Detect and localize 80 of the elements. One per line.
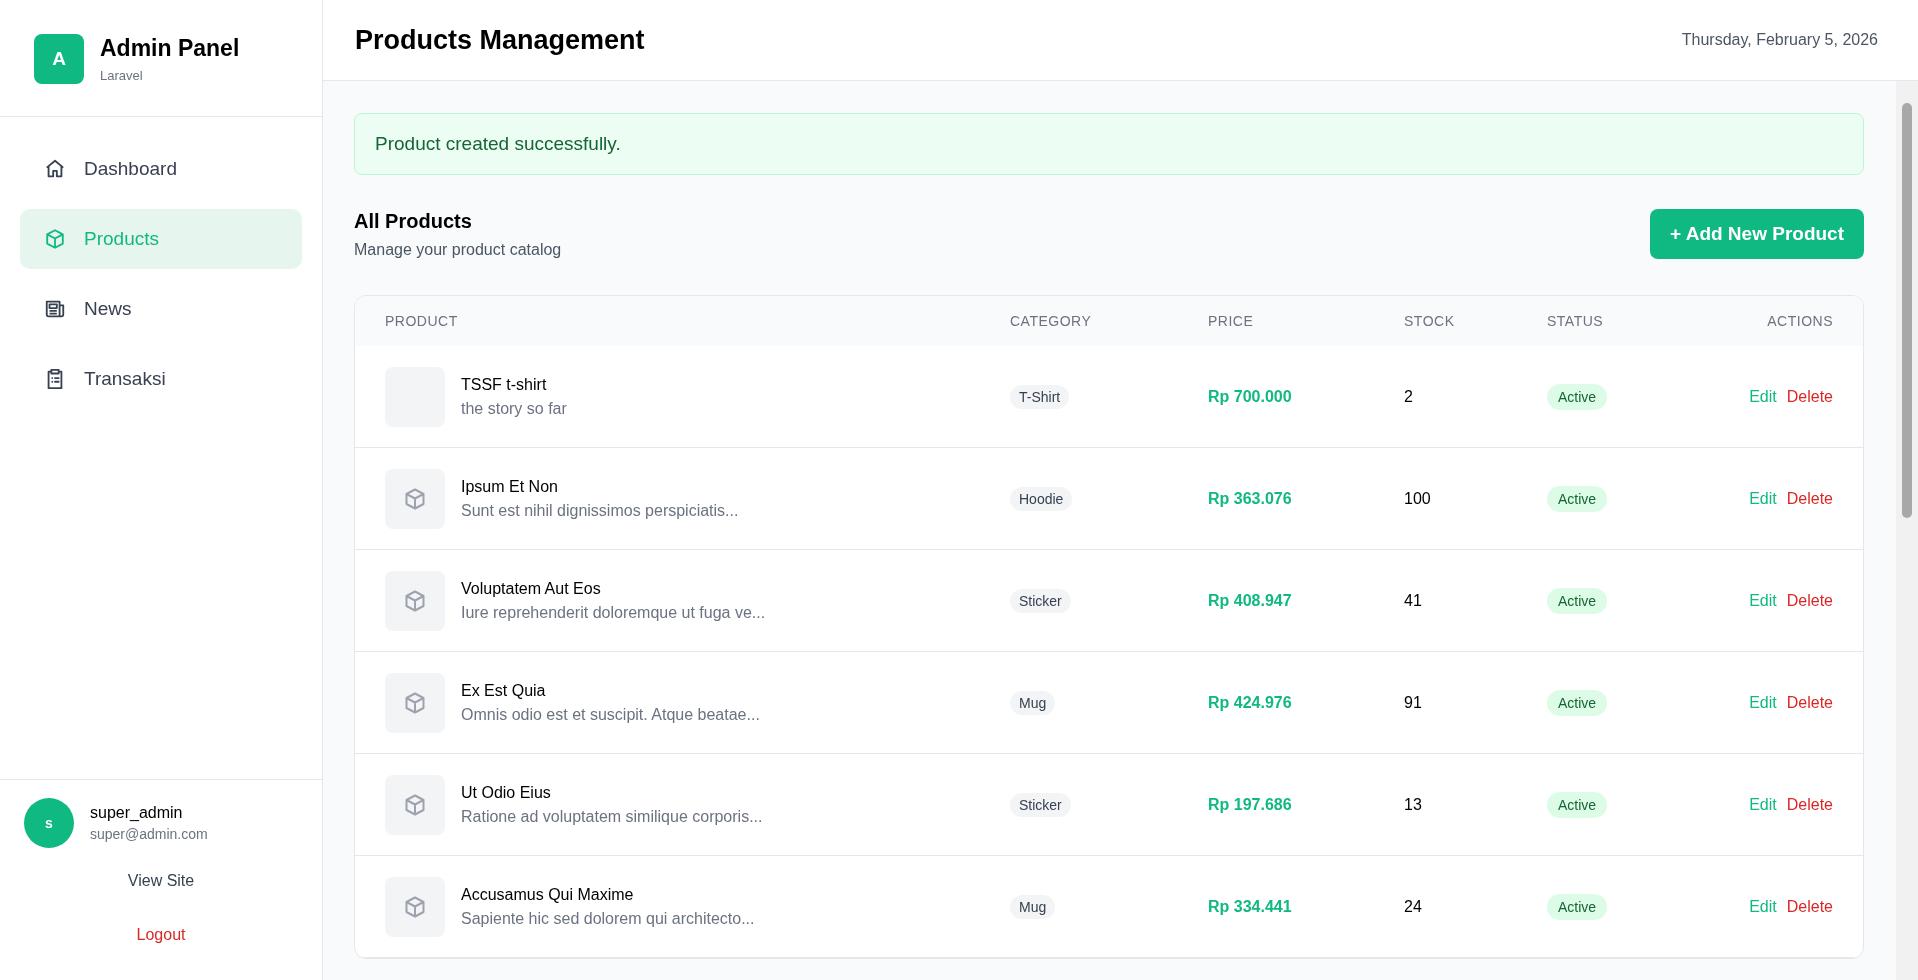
scrollbar[interactable] [1896,81,1918,980]
view-site-link[interactable]: View Site [127,872,195,890]
delete-link[interactable]: Delete [1786,591,1833,610]
delete-link[interactable]: Delete [1786,387,1833,406]
price-cell-text: Rp 408.947 [1208,591,1293,610]
edit-link[interactable]: Edit [1749,591,1777,610]
product-name: Ipsum Et Non [461,477,559,496]
current-date: Thursday, February 5, 2026 [1681,31,1878,49]
sidebar-item[interactable]: News [20,279,302,339]
stock-cell-text: 13 [1404,795,1423,814]
price-cell-text: Rp 334.441 [1208,897,1293,916]
product-description: Sunt est nihil dignissimos perspiciatis... [461,501,739,520]
user-email: super@admin.com [90,826,208,842]
delete-link[interactable]: Delete [1786,489,1833,508]
delete-link[interactable]: Delete [1786,693,1833,712]
home-icon [44,158,66,180]
cube-icon [403,792,427,817]
edit-link[interactable]: Edit [1749,795,1777,814]
price-cell-text: Rp 197.686 [1208,795,1293,814]
logo-badge: A [34,34,84,84]
delete-link[interactable]: Delete [1786,795,1833,814]
price-cell-text: Rp 424.976 [1208,693,1293,712]
user-name: super_admin [90,804,184,822]
category-tag: T-Shirt [1010,384,1070,409]
column-header: PRICE [1208,313,1255,329]
delete-link[interactable]: Delete [1786,897,1833,916]
stock-cell-text: 2 [1404,387,1414,406]
cube-icon [403,588,427,613]
edit-link[interactable]: Edit [1749,897,1777,916]
edit-link[interactable]: Edit [1749,693,1777,712]
app-title: Admin Panel [100,35,240,62]
product-description: Ratione ad voluptatem similique corporis... [461,807,763,826]
stock-cell-text: 24 [1404,897,1423,916]
category-tag: Sticker [1010,792,1071,817]
category-tag: Hoodie [1010,486,1073,511]
success-alert: Product created successfully. [354,113,1864,175]
user-avatar: s [24,798,74,848]
cube-icon [403,486,427,511]
news-icon [44,298,66,320]
section-title: All Products [354,209,473,233]
cube-icon [44,228,66,250]
sidebar-item[interactable]: Transaksi [20,349,302,409]
product-description: Omnis odio est et suscipit. Atque beatae... [461,705,760,724]
stock-cell-text: 91 [1404,693,1423,712]
cube-icon [403,690,427,715]
category-tag: Mug [1010,690,1056,715]
status-badge: Active [1547,689,1608,716]
product-description: the story so far [461,399,567,418]
page-title: Products Management [355,24,645,56]
add-product-button[interactable]: + Add New Product [1650,209,1864,259]
sidebar-item[interactable]: Dashboard [20,139,302,199]
category-tag: Mug [1010,894,1056,919]
logout-link[interactable]: Logout [136,926,186,944]
status-badge: Active [1547,485,1608,512]
section-subtitle: Manage your product catalog [354,240,562,259]
cube-icon [403,894,427,919]
product-name: Accusamus Qui Maxime [461,885,635,904]
status-badge: Active [1547,791,1608,818]
edit-link[interactable]: Edit [1749,387,1777,406]
stock-cell-text: 100 [1404,489,1432,508]
stock-cell-text: 41 [1404,591,1423,610]
column-header: CATEGORY [1010,313,1093,329]
price-cell-text: Rp 700.000 [1208,387,1293,406]
product-name: Ex Est Quia [461,681,547,700]
product-name: Voluptatem Aut Eos [461,579,602,598]
product-name: TSSF t-shirt [461,375,548,394]
column-header: ACTIONS [1766,313,1833,329]
status-badge: Active [1547,893,1608,920]
edit-link[interactable]: Edit [1749,489,1777,508]
product-description: Iure reprehenderit doloremque ut fuga ve... [461,603,766,622]
column-header: STATUS [1547,313,1605,329]
product-name: Ut Odio Eius [461,783,552,802]
status-badge: Active [1547,587,1608,614]
status-badge: Active [1547,383,1608,410]
column-header: PRODUCT [385,313,459,329]
price-cell-text: Rp 363.076 [1208,489,1293,508]
app-subtitle: Laravel [100,68,144,83]
category-tag: Sticker [1010,588,1071,613]
column-header: STOCK [1404,313,1456,329]
product-description: Sapiente hic sed dolorem qui architecto... [461,909,755,928]
